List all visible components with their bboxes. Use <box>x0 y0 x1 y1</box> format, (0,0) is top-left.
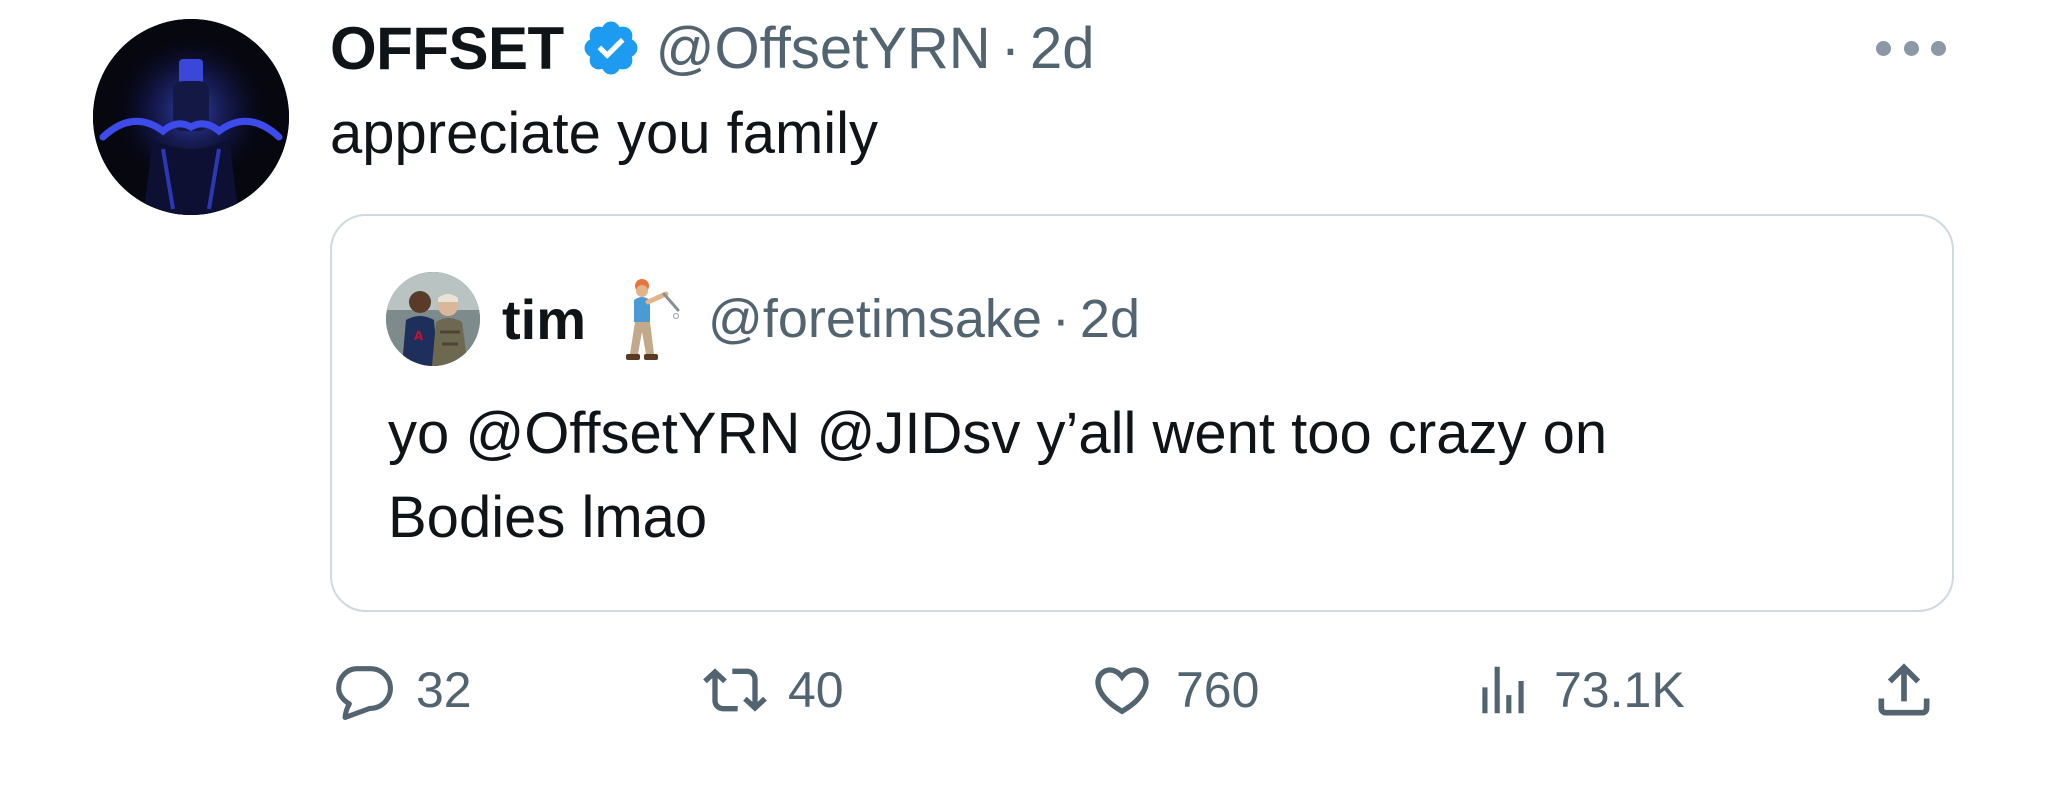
quoted-author-display-name[interactable]: tim <box>502 287 586 352</box>
golfer-emoji-icon <box>612 276 682 362</box>
tweet-timestamp[interactable]: 2d <box>1030 15 1095 82</box>
share-icon <box>1870 656 1938 724</box>
views-button[interactable]: 73.1K <box>1472 650 1685 730</box>
views-icon <box>1472 658 1534 722</box>
like-button[interactable]: 760 <box>1088 650 1259 730</box>
retweet-button[interactable]: 40 <box>702 650 844 730</box>
verified-badge-icon[interactable] <box>580 17 642 79</box>
quoted-author-handle[interactable]: @foretimsake <box>708 288 1042 350</box>
reply-button[interactable]: 32 <box>332 650 472 730</box>
svg-text:A: A <box>414 329 424 343</box>
author-avatar-image <box>93 19 289 215</box>
quoted-avatar-image: A <box>386 272 480 366</box>
more-dot <box>1931 40 1946 56</box>
more-dot <box>1903 40 1919 56</box>
quoted-tweet-header: tim @foretimsake · 2d <box>502 276 1140 362</box>
quoted-tweet-timestamp[interactable]: 2d <box>1080 288 1140 350</box>
retweet-count: 40 <box>788 662 844 718</box>
author-avatar[interactable] <box>93 19 289 215</box>
action-bar: 32 40 760 73.1K <box>330 650 1950 730</box>
quoted-author-avatar[interactable]: A <box>386 272 480 366</box>
heart-icon <box>1088 658 1156 722</box>
quoted-tweet-card[interactable]: A tim @foretimsake · 2d yo @OffsetYRN @J… <box>330 214 1954 612</box>
like-count: 760 <box>1176 662 1260 718</box>
quoted-separator-dot: · <box>1051 289 1070 349</box>
share-button[interactable] <box>1870 650 1938 730</box>
author-display-name[interactable]: OFFSET <box>330 14 564 83</box>
tweet-text: appreciate you family <box>330 101 879 166</box>
reply-count: 32 <box>416 662 472 718</box>
reply-icon <box>332 658 396 722</box>
more-options-icon[interactable] <box>1876 36 1946 60</box>
quoted-text-line: yo @OffsetYRN @JIDsv y’all went too craz… <box>388 401 1608 466</box>
author-handle[interactable]: @OffsetYRN <box>656 15 991 82</box>
retweet-icon <box>702 658 768 722</box>
tweet-header: OFFSET @OffsetYRN · 2d <box>330 8 1095 88</box>
quoted-text-line: Bodies lmao <box>388 485 708 550</box>
separator-dot: · <box>1000 15 1021 81</box>
quoted-tweet-text: yo @OffsetYRN @JIDsv y’all went too craz… <box>388 392 1888 560</box>
more-dot <box>1876 40 1891 56</box>
views-count: 73.1K <box>1554 662 1685 718</box>
